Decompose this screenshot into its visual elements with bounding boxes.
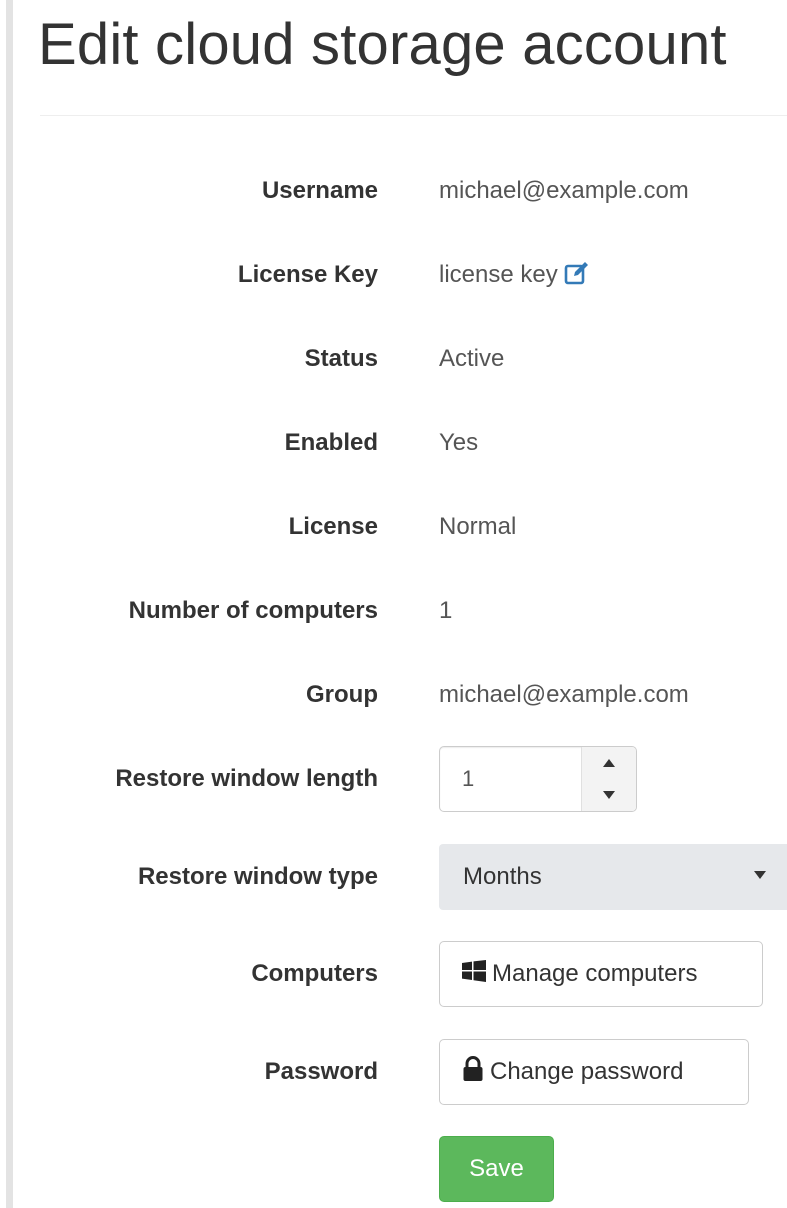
group-value: michael@example.com bbox=[439, 681, 689, 708]
license-key-label: License Key bbox=[237, 261, 378, 288]
row-save: Save bbox=[0, 1136, 787, 1202]
status-value: Active bbox=[439, 345, 505, 372]
manage-computers-label: Manage computers bbox=[492, 960, 698, 987]
caret-down-icon bbox=[754, 871, 766, 879]
change-password-label: Change password bbox=[490, 1058, 684, 1085]
license-key-value: license key bbox=[439, 261, 558, 288]
username-label: Username bbox=[261, 177, 378, 204]
row-restore-window-type: Restore window type Months bbox=[0, 844, 787, 910]
manage-computers-button[interactable]: Manage computers bbox=[439, 941, 763, 1007]
license-key-value-wrap: license key bbox=[439, 255, 590, 295]
license-label: License bbox=[288, 513, 378, 540]
row-status: Status Active bbox=[0, 339, 787, 379]
restore-window-type-select[interactable]: Months bbox=[439, 844, 787, 910]
lock-icon bbox=[462, 1055, 484, 1089]
row-restore-window-length: Restore window length 1 bbox=[0, 746, 787, 812]
edit-icon[interactable] bbox=[564, 258, 590, 298]
header-divider bbox=[40, 115, 787, 116]
row-username: Username michael@example.com bbox=[0, 171, 787, 211]
row-license-key: License Key license key bbox=[0, 255, 787, 295]
password-label: Password bbox=[264, 1058, 378, 1085]
restore-window-length-label: Restore window length bbox=[115, 765, 378, 792]
row-number-of-computers: Number of computers 1 bbox=[0, 591, 787, 631]
caret-up-icon bbox=[603, 759, 615, 767]
save-button[interactable]: Save bbox=[439, 1136, 554, 1202]
enabled-value: Yes bbox=[439, 429, 479, 456]
restore-window-type-value: Months bbox=[463, 863, 542, 890]
computers-label: Computers bbox=[251, 960, 378, 987]
status-label: Status bbox=[304, 345, 378, 372]
page-title: Edit cloud storage account bbox=[38, 12, 727, 77]
change-password-button[interactable]: Change password bbox=[439, 1039, 749, 1105]
restore-window-type-label: Restore window type bbox=[137, 863, 378, 890]
row-enabled: Enabled Yes bbox=[0, 423, 787, 463]
number-of-computers-label: Number of computers bbox=[128, 597, 378, 624]
restore-window-length-input[interactable]: 1 bbox=[439, 746, 637, 812]
restore-window-length-value[interactable]: 1 bbox=[462, 747, 474, 811]
username-value: michael@example.com bbox=[439, 177, 689, 204]
spinner-increment[interactable] bbox=[582, 747, 636, 779]
enabled-label: Enabled bbox=[284, 429, 378, 456]
license-value: Normal bbox=[439, 513, 517, 540]
number-of-computers-value: 1 bbox=[439, 597, 453, 624]
spinner-buttons bbox=[581, 747, 636, 811]
caret-down-icon bbox=[603, 791, 615, 799]
spinner-decrement[interactable] bbox=[582, 779, 636, 811]
group-label: Group bbox=[306, 681, 378, 708]
row-group: Group michael@example.com bbox=[0, 675, 787, 715]
windows-icon bbox=[462, 959, 486, 989]
row-password: Password Change password bbox=[0, 1039, 787, 1105]
row-license: License Normal bbox=[0, 507, 787, 547]
row-computers: Computers Manage computers bbox=[0, 941, 787, 1007]
